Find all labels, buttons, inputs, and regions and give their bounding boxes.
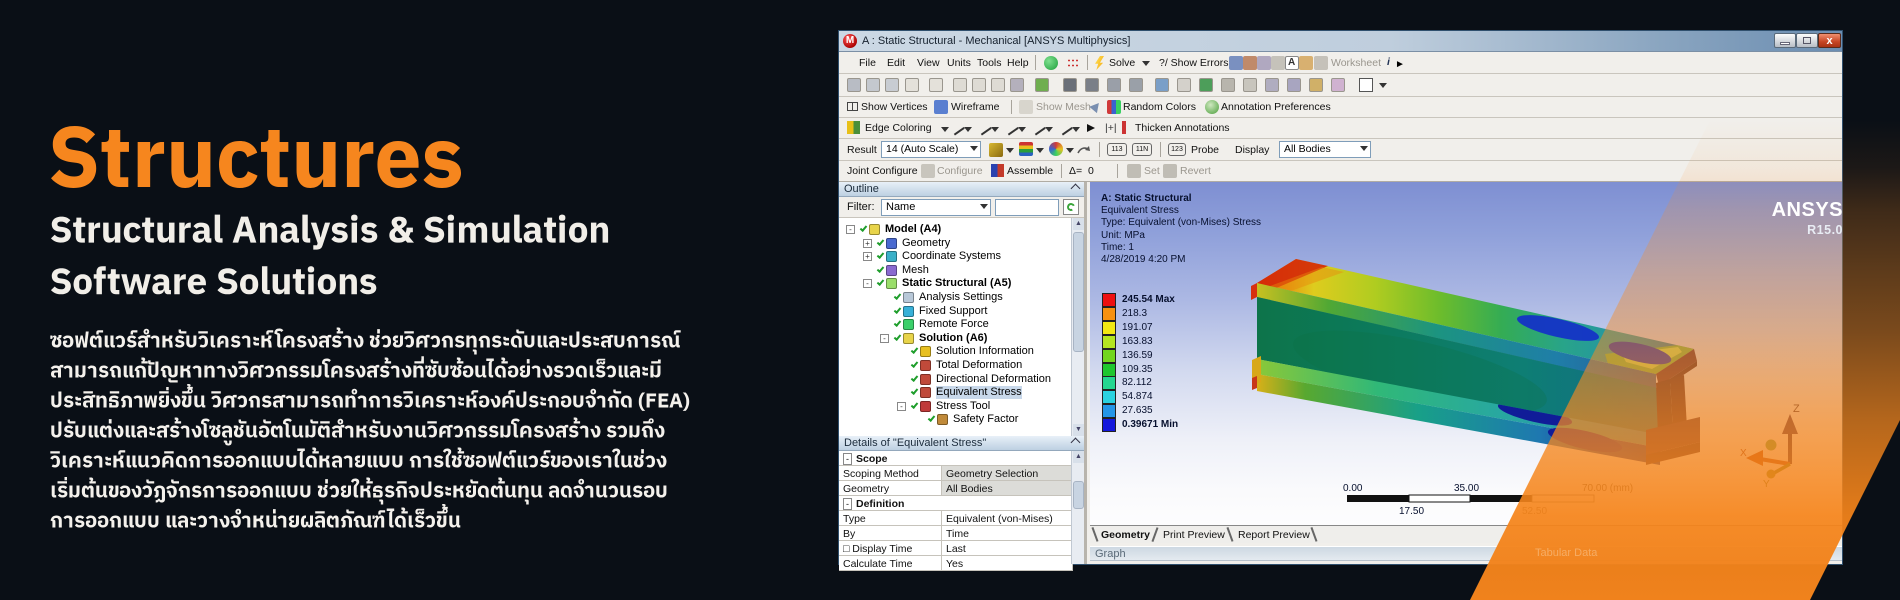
svg-text:35.00: 35.00 (1454, 483, 1479, 494)
svg-text:Y: Y (1763, 479, 1770, 490)
svg-text:17.50: 17.50 (1399, 506, 1424, 517)
svg-text:0.00: 0.00 (1343, 483, 1363, 494)
svg-text:Z: Z (1793, 403, 1800, 415)
svg-text:52.50: 52.50 (1522, 506, 1547, 517)
svg-text:X: X (1740, 448, 1747, 459)
svg-text:70.00 (mm): 70.00 (mm) (1582, 483, 1633, 494)
